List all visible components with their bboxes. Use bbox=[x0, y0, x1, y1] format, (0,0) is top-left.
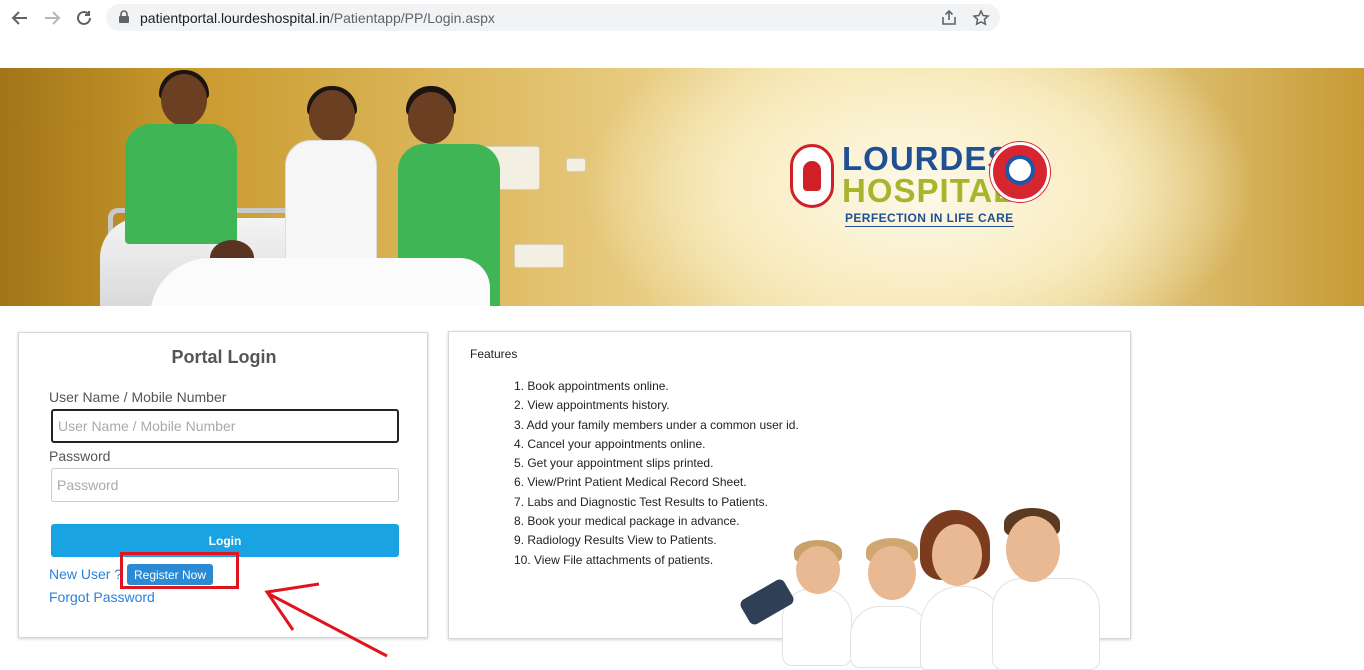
url-text: patientportal.lourdeshospital.in/Patient… bbox=[140, 10, 495, 26]
feature-item: 6. View/Print Patient Medical Record She… bbox=[514, 475, 747, 490]
hospital-banner: LOURDES HOSPITAL PERFECTION IN LIFE CARE bbox=[0, 68, 1364, 306]
password-input[interactable] bbox=[51, 468, 399, 502]
feature-item: 3. Add your family members under a commo… bbox=[514, 417, 799, 432]
browser-toolbar: patientportal.lourdeshospital.in/Patient… bbox=[0, 0, 1364, 36]
annotation-arrow-icon bbox=[264, 582, 388, 658]
arrow-left-icon[interactable] bbox=[8, 6, 32, 30]
forgot-password-link[interactable]: Forgot Password bbox=[49, 589, 155, 605]
arrow-right-icon[interactable] bbox=[40, 6, 64, 30]
hospital-logo: LOURDES HOSPITAL PERFECTION IN LIFE CARE bbox=[790, 140, 1060, 232]
family-photo bbox=[738, 508, 1102, 670]
url-path: /Patientapp/PP/Login.aspx bbox=[329, 10, 495, 26]
password-label: Password bbox=[49, 448, 111, 464]
adult-figure bbox=[992, 578, 1100, 670]
feature-item: 5. Get your appointment slips printed. bbox=[514, 456, 714, 471]
lock-icon bbox=[118, 10, 130, 29]
feature-item: 2. View appointments history. bbox=[514, 398, 670, 413]
feature-item: 1. Book appointments online. bbox=[514, 379, 669, 393]
username-input[interactable] bbox=[51, 409, 399, 443]
bed-blanket bbox=[150, 258, 490, 306]
wall-panel bbox=[514, 244, 564, 268]
login-title: Portal Login bbox=[171, 347, 277, 367]
new-user-text: New User ? bbox=[49, 566, 123, 582]
annotation-highlight-box bbox=[120, 552, 239, 589]
share-icon[interactable] bbox=[940, 9, 958, 27]
logo-tagline: PERFECTION IN LIFE CARE bbox=[845, 211, 1014, 227]
address-bar[interactable]: patientportal.lourdeshospital.in/Patient… bbox=[106, 4, 1000, 31]
feature-item: 4. Cancel your appointments online. bbox=[514, 436, 706, 451]
features-title: Features bbox=[470, 347, 518, 361]
logo-text-hospital: HOSPITAL bbox=[842, 172, 1015, 209]
nabh-seal-icon bbox=[990, 142, 1050, 202]
reload-icon[interactable] bbox=[72, 6, 96, 30]
wall-panel bbox=[566, 158, 586, 172]
emblem-icon bbox=[790, 144, 834, 208]
child-figure bbox=[850, 606, 930, 668]
url-host: patientportal.lourdeshospital.in bbox=[140, 10, 330, 26]
star-icon[interactable] bbox=[972, 9, 990, 27]
username-label: User Name / Mobile Number bbox=[49, 389, 227, 405]
